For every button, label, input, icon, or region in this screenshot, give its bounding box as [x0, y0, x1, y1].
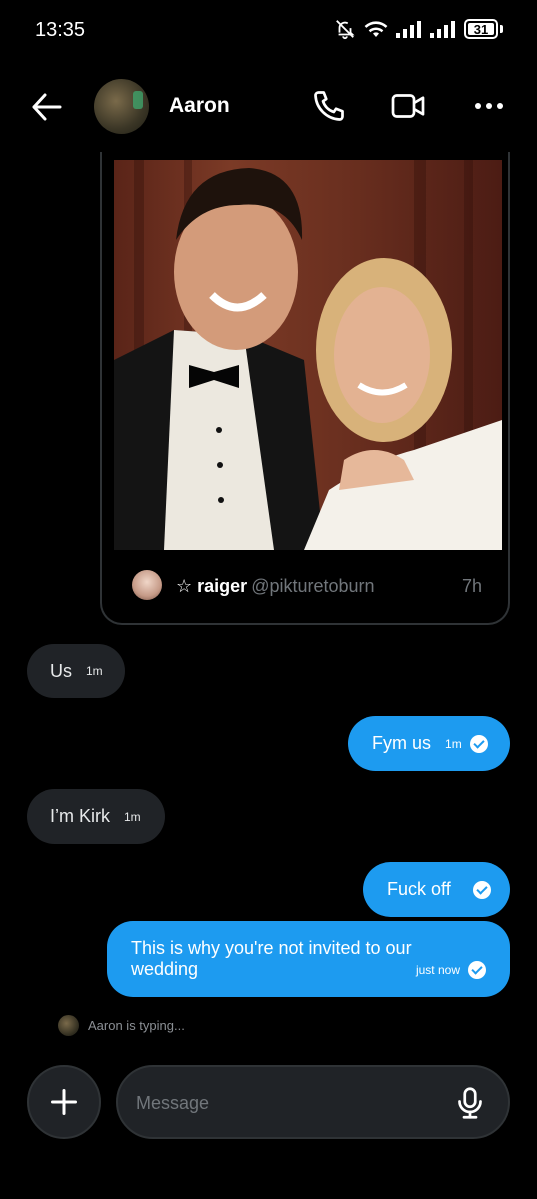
- post-time: 7h: [461, 576, 482, 596]
- message-composer[interactable]: [116, 1065, 510, 1139]
- status-icons: 31: [334, 18, 503, 40]
- status-bar: 13:35 31: [0, 0, 537, 62]
- typing-text: Aaron is typing...: [88, 1018, 185, 1033]
- signal-icon-2: [430, 21, 455, 38]
- status-time: 13:35: [35, 19, 86, 41]
- phone-icon[interactable]: [311, 88, 347, 124]
- message-time: 1m: [86, 664, 103, 678]
- contact-name[interactable]: Aaron: [169, 94, 230, 118]
- shared-post-footer: ☆ raiger @pikturetoburn 7h: [102, 550, 508, 623]
- battery-icon: 31: [464, 19, 498, 39]
- more-options-icon[interactable]: [471, 88, 507, 124]
- signal-icon: [396, 21, 421, 38]
- battery-level: 31: [473, 21, 489, 37]
- post-author[interactable]: ☆ raiger @pikturetoburn: [176, 576, 375, 597]
- microphone-icon[interactable]: [452, 1085, 488, 1121]
- message-input[interactable]: [136, 1087, 436, 1119]
- post-author-handle: @pikturetoburn: [251, 576, 375, 596]
- back-arrow-icon[interactable]: [30, 90, 64, 124]
- add-attachment-button[interactable]: [27, 1065, 101, 1139]
- mute-bell-icon: [336, 20, 355, 40]
- read-check-icon: [468, 961, 486, 979]
- message-text: I’m Kirk: [50, 806, 110, 826]
- message-text: Us: [50, 660, 72, 681]
- conversation-header: Aaron: [0, 62, 537, 152]
- message-time: just now: [415, 963, 460, 977]
- read-check-icon: [472, 880, 491, 899]
- message-meta: just now: [416, 961, 486, 979]
- video-camera-icon[interactable]: [390, 88, 426, 124]
- message-bubble-outgoing[interactable]: Fuck off: [363, 862, 510, 917]
- typing-avatar: [58, 1015, 79, 1036]
- post-author-avatar[interactable]: [132, 570, 162, 600]
- read-check-icon: [469, 734, 488, 753]
- message-time: 1m: [124, 809, 141, 824]
- message-text: Fuck off: [387, 879, 451, 899]
- typing-indicator: Aaron is typing...: [58, 1015, 185, 1036]
- message-time: 1m: [445, 736, 462, 751]
- shared-post-card[interactable]: ☆ raiger @pikturetoburn 7h: [100, 152, 510, 625]
- wifi-icon: [364, 21, 388, 37]
- message-bubble-outgoing[interactable]: Fym us 1m: [348, 716, 510, 771]
- contact-avatar[interactable]: [94, 79, 149, 134]
- post-author-star: ☆: [176, 576, 193, 596]
- message-text: This is why you're not invited to our we…: [131, 938, 412, 979]
- message-bubble-outgoing[interactable]: This is why you're not invited to our we…: [107, 921, 510, 997]
- message-bubble-incoming[interactable]: I’m Kirk 1m: [27, 789, 165, 844]
- message-bubble-incoming[interactable]: Us 1m: [27, 644, 125, 698]
- post-author-name: raiger: [197, 576, 248, 596]
- shared-post-photo[interactable]: [114, 160, 502, 550]
- message-text: Fym us: [372, 733, 432, 753]
